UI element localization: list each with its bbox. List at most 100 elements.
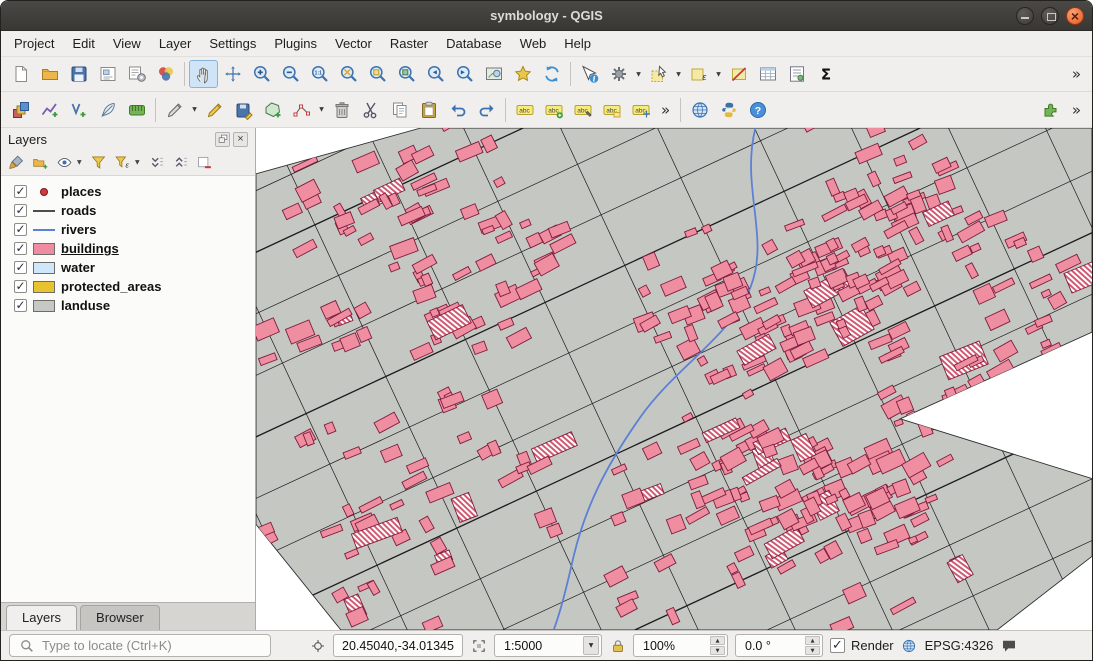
locate-search-input[interactable] xyxy=(42,638,262,653)
new-map-view-icon[interactable] xyxy=(479,60,508,88)
help-contents-icon[interactable]: ? xyxy=(743,96,772,124)
manage-map-themes-icon[interactable] xyxy=(53,152,75,174)
coordinate-input[interactable] xyxy=(338,639,458,653)
run-feature-action-dropdown-icon[interactable]: ▼ xyxy=(633,60,644,88)
digitizing-overflow-icon[interactable]: » xyxy=(655,101,676,119)
show-layout-manager-icon[interactable] xyxy=(122,60,151,88)
new-project-icon[interactable] xyxy=(6,60,35,88)
vertex-tool-icon[interactable] xyxy=(287,96,316,124)
open-layer-styling-icon[interactable] xyxy=(5,152,27,174)
select-features-dropdown-icon[interactable]: ▼ xyxy=(673,60,684,88)
layer-checkbox[interactable] xyxy=(14,299,27,312)
layer-item-places[interactable]: places xyxy=(1,182,255,201)
style-manager-icon[interactable] xyxy=(151,60,180,88)
menu-web[interactable]: Web xyxy=(511,32,556,55)
maximize-button[interactable] xyxy=(1041,7,1059,25)
titlebar[interactable]: symbology - QGIS xyxy=(1,1,1092,31)
add-group-icon[interactable] xyxy=(29,152,51,174)
toggle-editing-icon[interactable] xyxy=(200,96,229,124)
manage-map-themes-dropdown-icon[interactable]: ▼ xyxy=(77,159,85,166)
new-print-layout-icon[interactable] xyxy=(93,60,122,88)
layer-item-rivers[interactable]: rivers xyxy=(1,220,255,239)
metasearch-icon[interactable] xyxy=(685,96,714,124)
zoom-in-icon[interactable] xyxy=(247,60,276,88)
spatial-bookmarks-icon[interactable] xyxy=(508,60,537,88)
zoom-to-selection-icon[interactable] xyxy=(363,60,392,88)
close-button[interactable] xyxy=(1066,7,1084,25)
map-canvas[interactable] xyxy=(256,128,1092,630)
menu-settings[interactable]: Settings xyxy=(200,32,265,55)
render-checkbox[interactable] xyxy=(830,638,845,653)
add-feature-icon[interactable] xyxy=(258,96,287,124)
layer-checkbox[interactable] xyxy=(14,261,27,274)
zoom-next-icon[interactable] xyxy=(450,60,479,88)
deselect-features-icon[interactable] xyxy=(724,60,753,88)
close-panel-icon[interactable]: × xyxy=(233,132,248,147)
menu-database[interactable]: Database xyxy=(437,32,511,55)
new-virtual-layer-icon[interactable] xyxy=(64,96,93,124)
rotation-spinbox[interactable]: 0.0 ° ▲▼ xyxy=(735,634,823,657)
menu-edit[interactable]: Edit xyxy=(63,32,103,55)
scale-combo[interactable]: 1:5000 ▼ xyxy=(494,634,602,657)
copy-features-icon[interactable] xyxy=(385,96,414,124)
remove-layer-icon[interactable] xyxy=(193,152,215,174)
refresh-map-icon[interactable] xyxy=(537,60,566,88)
filter-by-expression-icon[interactable]: ε xyxy=(111,152,133,174)
magnifier-spinner[interactable]: ▲▼ xyxy=(710,636,725,655)
layer-checkbox[interactable] xyxy=(14,223,27,236)
open-project-icon[interactable] xyxy=(35,60,64,88)
save-layer-edits-icon[interactable] xyxy=(229,96,258,124)
data-source-manager-icon[interactable] xyxy=(6,96,35,124)
float-panel-icon[interactable] xyxy=(215,132,230,147)
move-label-icon[interactable]: abc xyxy=(626,96,655,124)
layer-item-roads[interactable]: roads xyxy=(1,201,255,220)
menu-raster[interactable]: Raster xyxy=(381,32,437,55)
pan-map-icon[interactable] xyxy=(189,60,218,88)
layer-item-water[interactable]: water xyxy=(1,258,255,277)
magnifier-spinbox[interactable]: 100% ▲▼ xyxy=(633,634,728,657)
layer-labeling-icon[interactable]: abc xyxy=(510,96,539,124)
add-vector-layer-icon[interactable] xyxy=(35,96,64,124)
pan-to-selection-icon[interactable] xyxy=(218,60,247,88)
locate-search[interactable] xyxy=(9,634,271,657)
select-by-expression-dropdown-icon[interactable]: ▼ xyxy=(713,60,724,88)
new-geopackage-layer-icon[interactable] xyxy=(122,96,151,124)
layer-labeling-options-icon[interactable]: abc xyxy=(539,96,568,124)
collapse-all-icon[interactable] xyxy=(169,152,191,174)
panel-tab-layers[interactable]: Layers xyxy=(6,605,77,630)
panel-tab-browser[interactable]: Browser xyxy=(80,605,160,630)
pin-unpin-labels-icon[interactable]: abc xyxy=(568,96,597,124)
rotation-spinner[interactable]: ▲▼ xyxy=(805,636,820,655)
messages-icon[interactable] xyxy=(1000,637,1017,654)
open-field-calculator-icon[interactable] xyxy=(782,60,811,88)
layer-item-buildings[interactable]: buildings xyxy=(1,239,255,258)
render-toggle[interactable]: Render xyxy=(830,638,894,653)
extent-toggle-icon[interactable] xyxy=(470,637,487,654)
python-console-icon[interactable] xyxy=(714,96,743,124)
expand-all-icon[interactable] xyxy=(145,152,167,174)
manage-plugins-icon[interactable] xyxy=(1037,96,1066,124)
select-features-icon[interactable] xyxy=(644,60,673,88)
layer-item-landuse[interactable]: landuse xyxy=(1,296,255,315)
menu-layer[interactable]: Layer xyxy=(150,32,201,55)
new-shapefile-layer-icon[interactable] xyxy=(93,96,122,124)
menu-project[interactable]: Project xyxy=(5,32,63,55)
open-attribute-table-icon[interactable] xyxy=(753,60,782,88)
redo-icon[interactable] xyxy=(472,96,501,124)
current-edits-dropdown-icon[interactable]: ▼ xyxy=(189,96,200,124)
zoom-to-layer-icon[interactable] xyxy=(392,60,421,88)
delete-selected-icon[interactable] xyxy=(327,96,356,124)
identify-features-icon[interactable]: i xyxy=(575,60,604,88)
cut-features-icon[interactable] xyxy=(356,96,385,124)
crs-icon[interactable] xyxy=(901,637,918,654)
scale-dropdown-icon[interactable]: ▼ xyxy=(583,636,599,655)
layer-checkbox[interactable] xyxy=(14,185,27,198)
minimize-button[interactable] xyxy=(1016,7,1034,25)
layer-checkbox[interactable] xyxy=(14,204,27,217)
select-by-expression-icon[interactable]: ε xyxy=(684,60,713,88)
menu-help[interactable]: Help xyxy=(555,32,600,55)
layer-checkbox[interactable] xyxy=(14,280,27,293)
filter-by-expression-dropdown-icon[interactable]: ▼ xyxy=(135,159,143,166)
toolbar-overflow-icon[interactable]: » xyxy=(1066,65,1087,83)
layer-checkbox[interactable] xyxy=(14,242,27,255)
